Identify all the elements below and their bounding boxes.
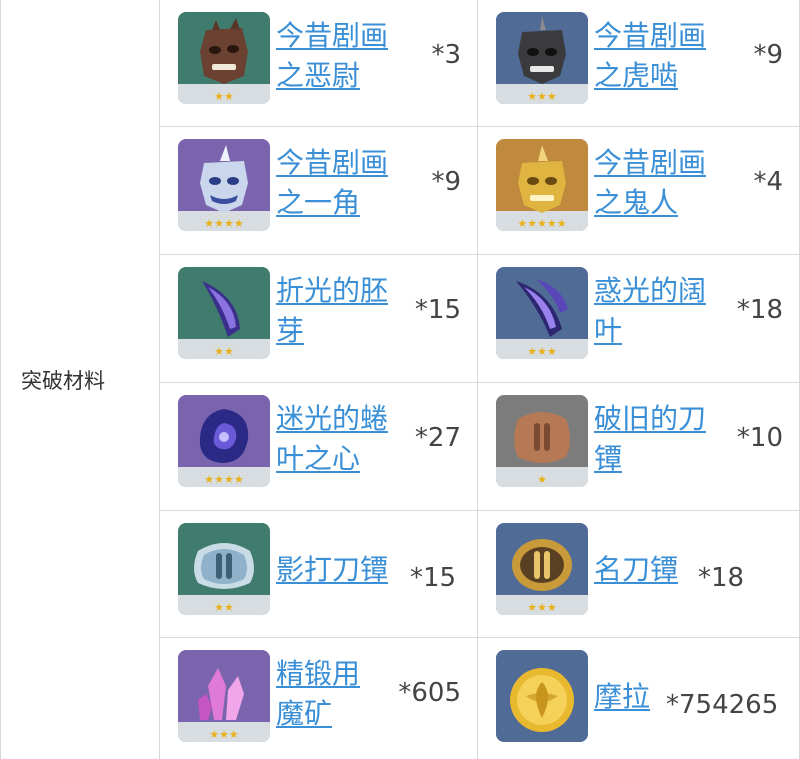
svg-text:★★★: ★★★: [527, 345, 557, 358]
material-count: *15: [410, 563, 457, 593]
svg-text:★★★: ★★★: [209, 728, 239, 741]
svg-text:★★★: ★★★: [527, 601, 557, 614]
blade-sprout-icon[interactable]: ★★: [178, 267, 270, 359]
material-count: *754265: [666, 690, 779, 720]
section-label-cell: 突破材料: [0, 0, 160, 759]
material-cell: ★★ 折光的胚芽 *15: [160, 255, 478, 383]
material-cell: ★★★ 精锻用 魔矿 *605: [160, 638, 478, 759]
material-count: *3: [431, 40, 461, 70]
material-cell: ★★ 今昔剧画 之恶尉 *3: [160, 0, 478, 127]
material-name-link[interactable]: 影打刀镡: [276, 550, 388, 590]
material-cell: ★★★★ 迷光的蜷 叶之心 *27: [160, 383, 478, 511]
materials-table: 突破材料 ★★ 今昔剧画 之恶尉 *3 ★★★ 今昔剧画 之虎啮 *9 ★★★★…: [0, 0, 800, 759]
material-cell: ★★★ 惑光的阔叶 *18: [478, 255, 800, 383]
material-count: *4: [753, 167, 783, 197]
material-cell: ★★★ 今昔剧画 之虎啮 *9: [478, 0, 800, 127]
svg-text:★★: ★★: [214, 345, 234, 358]
svg-text:★: ★: [537, 473, 547, 486]
material-count: *15: [414, 295, 461, 325]
material-name-link[interactable]: 破旧的刀镡: [594, 399, 722, 479]
gold-guard-icon[interactable]: ★★★: [496, 523, 588, 615]
section-label: 突破材料: [21, 368, 105, 393]
material-count: *27: [414, 423, 461, 453]
material-name-link[interactable]: 今昔剧画 之一角: [276, 143, 404, 223]
material-name-link[interactable]: 名刀镡: [594, 550, 678, 590]
svg-text:★★★★★: ★★★★★: [517, 217, 566, 230]
material-count: *9: [431, 167, 461, 197]
crystal-ore-icon[interactable]: ★★★: [178, 650, 270, 742]
swirl-heart-icon[interactable]: ★★★★: [178, 395, 270, 487]
material-cell: 摩拉 *754265: [478, 638, 800, 759]
mora-coin-icon[interactable]: [496, 650, 588, 742]
material-name-link[interactable]: 今昔剧画 之恶尉: [276, 16, 404, 96]
material-name-link[interactable]: 精锻用 魔矿: [276, 654, 404, 734]
material-count: *605: [398, 678, 461, 708]
material-name-link[interactable]: 折光的胚芽: [276, 271, 404, 351]
material-count: *10: [736, 423, 783, 453]
materials-grid: ★★ 今昔剧画 之恶尉 *3 ★★★ 今昔剧画 之虎啮 *9 ★★★★ 今昔剧画…: [160, 0, 800, 759]
mask-gray-icon[interactable]: ★★★: [496, 12, 588, 104]
mask-blue-icon[interactable]: ★★★★: [178, 139, 270, 231]
material-name-link[interactable]: 摩拉: [594, 677, 650, 717]
svg-text:★★★★: ★★★★: [204, 473, 244, 486]
mask-gold-icon[interactable]: ★★★★★: [496, 139, 588, 231]
silver-guard-icon[interactable]: ★★: [178, 523, 270, 615]
old-guard-icon[interactable]: ★: [496, 395, 588, 487]
material-count: *18: [698, 563, 745, 593]
material-name-link[interactable]: 迷光的蜷 叶之心: [276, 399, 404, 479]
svg-text:★★: ★★: [214, 90, 234, 103]
material-cell: ★★ 影打刀镡 *15: [160, 511, 478, 638]
material-cell: ★★★★★ 今昔剧画 之鬼人 *4: [478, 127, 800, 255]
blade-leaf-icon[interactable]: ★★★: [496, 267, 588, 359]
material-cell: ★★★★ 今昔剧画 之一角 *9: [160, 127, 478, 255]
material-name-link[interactable]: 惑光的阔叶: [594, 271, 722, 351]
svg-text:★★: ★★: [214, 601, 234, 614]
material-name-link[interactable]: 今昔剧画 之虎啮: [594, 16, 722, 96]
material-cell: ★★★ 名刀镡 *18: [478, 511, 800, 638]
material-count: *18: [736, 295, 783, 325]
svg-text:★★★★: ★★★★: [204, 217, 244, 230]
material-count: *9: [753, 40, 783, 70]
material-cell: ★ 破旧的刀镡 *10: [478, 383, 800, 511]
svg-text:★★★: ★★★: [527, 90, 557, 103]
material-name-link[interactable]: 今昔剧画 之鬼人: [594, 143, 722, 223]
mask-brown-icon[interactable]: ★★: [178, 12, 270, 104]
